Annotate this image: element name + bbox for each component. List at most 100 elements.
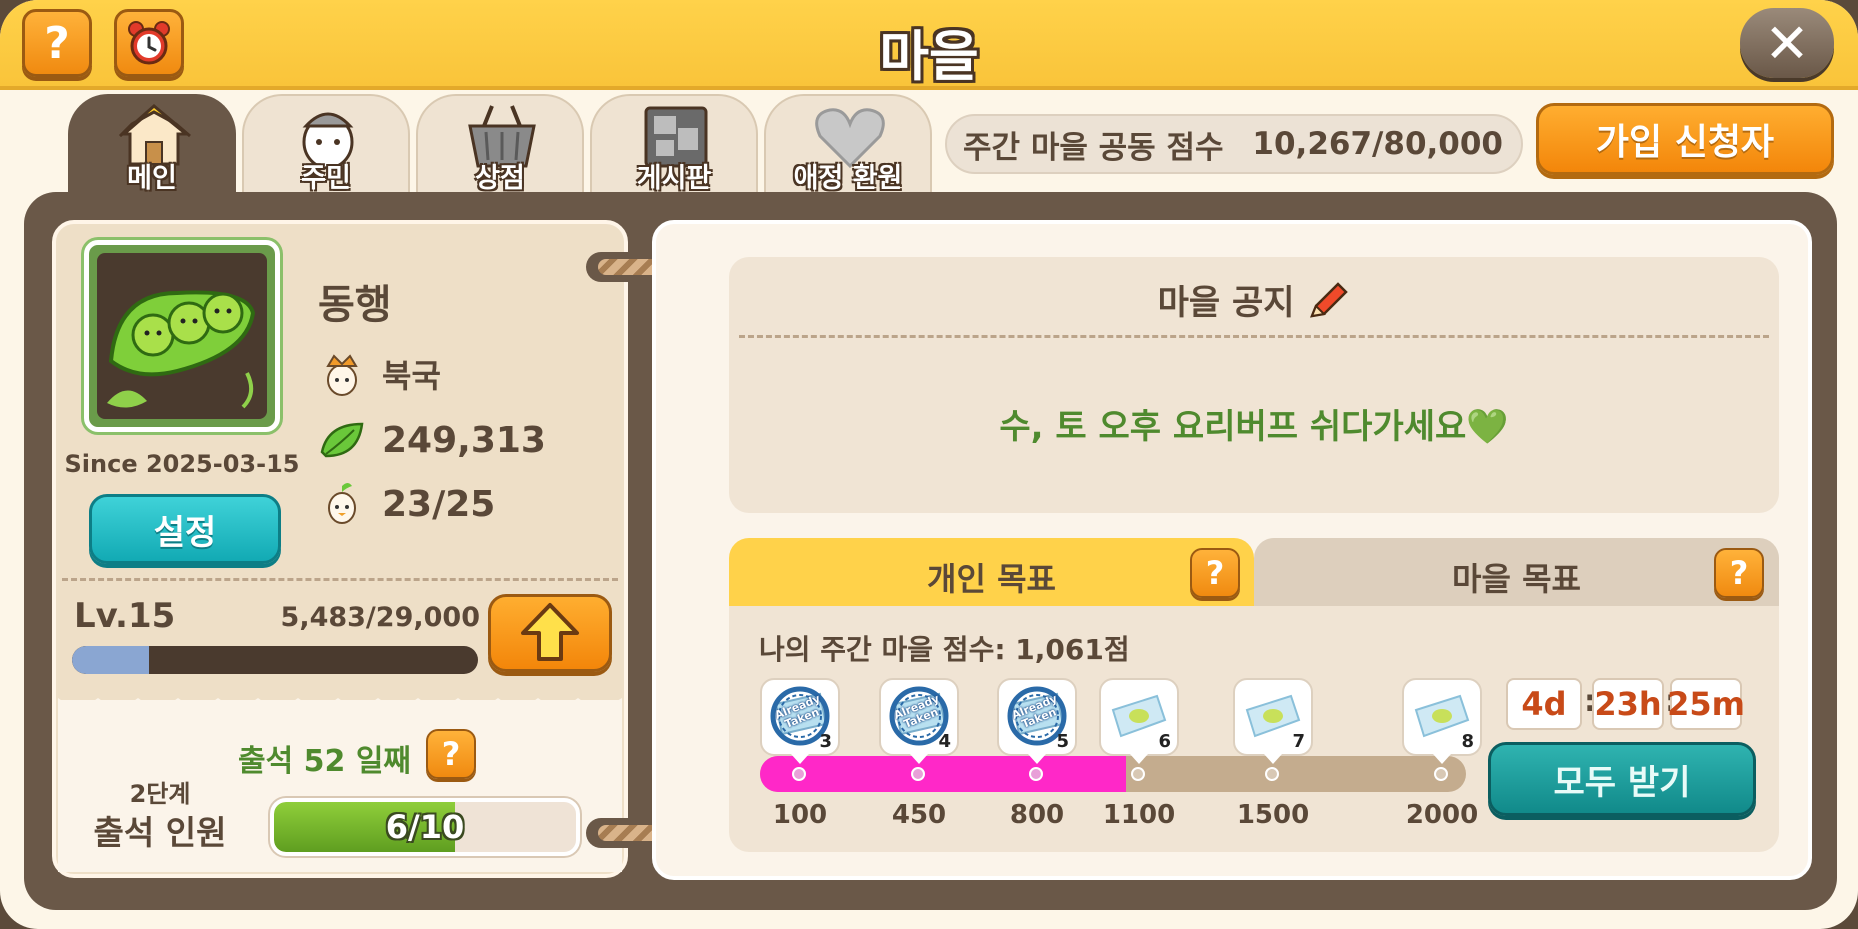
tab-affection[interactable]: 애정 환원 [764,94,932,194]
milestone-value: 800 [1009,800,1065,830]
attendance-progress-bar: 6/10 [270,798,580,856]
village-goal-help-button[interactable]: ? [1714,548,1764,598]
personal-goal-help-button[interactable]: ? [1190,548,1240,598]
tab-board[interactable]: 게시판 [590,94,758,194]
tab-personal-goal-label: 개인 목표 [927,560,1056,598]
tab-shop-label: 상점 [475,163,525,194]
timer-hours: 23h [1592,678,1664,730]
attendance-help-button[interactable]: ? [426,729,476,779]
members-row: 23/25 [318,480,495,528]
goal-progress-track [760,756,1466,792]
tab-residents-label: 주민 [301,163,351,194]
region-value: 북국 [382,357,441,395]
village-window: 마을 ? ✕ 메인 주민 상점 게시판 애정 환원 주간 마을 공동 점수 10… [0,0,1858,929]
notice-title-text: 마을 공지 [1157,283,1295,323]
milestone-value: 1500 [1236,800,1310,830]
alarm-clock-icon [128,21,170,65]
weekly-score-value: 10,267/80,000 [1252,126,1503,162]
milestone-reward-count: 4 [938,731,951,752]
attendance-label: 출석 인원 [93,813,227,852]
goal-progress-fill [760,756,1126,792]
question-icon: ? [1205,554,1225,592]
milestone-node [1434,767,1448,781]
notice-title: 마을 공지 [729,275,1779,324]
xp-progress-bar [72,646,478,674]
milestone-value: 450 [891,800,947,830]
attendance-days: 출석 52 일째 [238,744,412,779]
village-level: Lv.15 [74,596,176,636]
tab-village-goal[interactable]: 마을 목표 [1254,538,1779,610]
arrow-up-icon [521,603,579,661]
question-icon: ? [44,17,70,69]
alarm-button[interactable] [114,9,184,77]
attendance-count: 6/10 [385,808,465,846]
timer-minutes: 25m [1667,678,1745,730]
settings-button[interactable]: 설정 [89,494,281,564]
milestone-node [1131,767,1145,781]
milestone-reward[interactable]: Already Taken 3 [760,678,840,756]
tab-board-label: 게시판 [636,163,712,194]
king-icon [326,354,358,396]
milestone-reward-count: 7 [1292,731,1305,752]
milestone-reward-count: 5 [1056,731,1069,752]
milestone-reward[interactable]: Already Taken 4 [879,678,959,756]
milestone-node [792,767,806,781]
milestone-pointer [1264,754,1282,764]
divider [62,578,618,581]
leaves-row: 249,313 [318,416,546,464]
applicants-button[interactable]: 가입 신청자 [1536,103,1834,175]
milestone-node [1265,767,1279,781]
tab-personal-goal[interactable]: 개인 목표 [729,538,1254,610]
tab-main[interactable]: 메인 [68,94,236,194]
question-icon: ? [441,735,461,773]
milestone-reward[interactable]: 8 [1402,678,1482,756]
tab-village-goal-label: 마을 목표 [1452,560,1581,598]
milestone-pointer [1433,754,1451,764]
timer-days: 4d [1506,678,1582,730]
title-bar: 마을 [0,0,1858,90]
milestone-reward[interactable]: Already Taken 5 [997,678,1077,756]
xp-progress-fill [72,646,149,674]
milestone-pointer [1130,754,1148,764]
milestone-pointer [1028,754,1046,764]
region-row: 북국 [318,350,441,398]
village-emblem [84,240,280,432]
my-weekly-score: 나의 주간 마을 점수: 1,061점 [759,633,1130,666]
notice-divider [739,335,1769,338]
close-icon: ✕ [1764,11,1810,75]
milestone-reward-count: 8 [1461,731,1474,752]
tab-residents[interactable]: 주민 [242,94,410,194]
claim-all-button[interactable]: 모두 받기 [1488,742,1756,816]
milestone-value: 100 [772,800,828,830]
milestone-reward[interactable]: 6 [1099,678,1179,756]
milestone-node [911,767,925,781]
member-icon [328,483,356,524]
since-date: Since 2025-03-15 [64,450,300,478]
milestone-pointer [791,754,809,764]
village-name: 동행 [318,282,392,328]
notice-box: 마을 공지 수, 토 오후 요리버프 쉬다가세요💚 [729,257,1779,513]
attendance-stage: 2단계 [129,780,191,808]
leaves-value: 249,313 [382,419,546,461]
tab-affection-label: 애정 환원 [793,163,903,194]
milestone-reward-count: 6 [1158,731,1171,752]
village-xp: 5,483/29,000 [280,602,480,633]
level-up-button[interactable] [488,594,612,672]
milestone-node [1029,767,1043,781]
tab-shop[interactable]: 상점 [416,94,584,194]
milestone-value: 1100 [1102,800,1176,830]
pea-pod-icon [107,290,256,409]
leaf-icon [320,422,364,458]
close-button[interactable]: ✕ [1740,8,1834,78]
milestone-pointer [910,754,928,764]
question-icon: ? [1729,554,1749,592]
milestone-value: 2000 [1405,800,1479,830]
members-value: 23/25 [382,483,496,525]
help-button[interactable]: ? [22,9,92,77]
milestone-reward-count: 3 [819,731,832,752]
notice-text: 수, 토 오후 요리버프 쉬다가세요💚 [999,407,1509,447]
milestone-reward[interactable]: 7 [1233,678,1313,756]
weekly-village-score: 주간 마을 공동 점수 10,267/80,000 [945,114,1523,174]
weekly-score-label: 주간 마을 공동 점수 [963,129,1224,166]
tab-main-label: 메인 [127,163,177,194]
